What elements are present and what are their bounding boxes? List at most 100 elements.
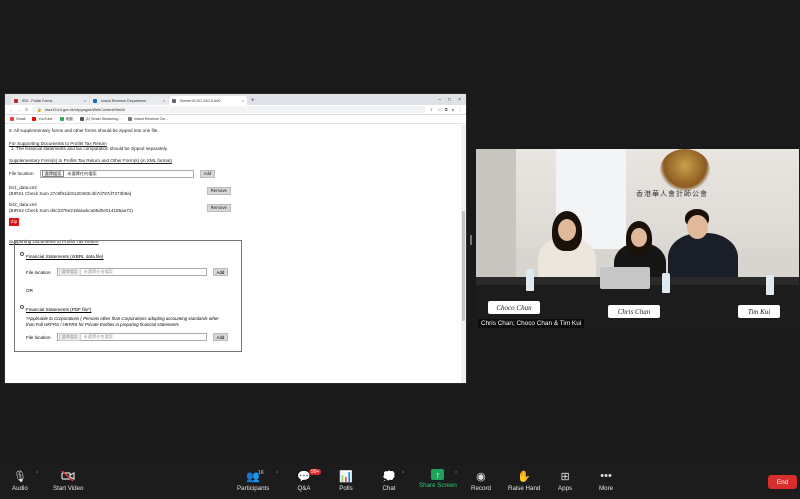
chat-button[interactable]: 💭 Chat: [382, 469, 396, 493]
record-button[interactable]: ◉ Record: [471, 469, 491, 493]
url-field[interactable]: 🔒 etax13.ird.gov.hk/ntp/pages/WebContent…: [32, 106, 426, 113]
ird-favicon-icon: [93, 98, 97, 103]
ird-icon: [128, 117, 133, 122]
bookmark-ird[interactable]: Inland Revenue De...: [128, 117, 168, 122]
choose-file-button[interactable]: 選擇檔案: [41, 170, 65, 178]
raise-hand-label: Raise Hand: [508, 485, 541, 492]
speaker-2-face: [631, 228, 647, 247]
speaker-1-face: [558, 219, 576, 241]
maximize-icon[interactable]: □: [448, 97, 451, 103]
nameplate-choco-chan: Choco Chan: [488, 301, 540, 314]
no-file-chosen-text: 未選擇任何檔案: [67, 171, 97, 177]
remove-button[interactable]: Remove: [206, 204, 231, 213]
zip-button[interactable]: Zip: [9, 217, 19, 226]
uploaded-file-row: bir2_data.xml (BIRS2 Check Sum d0c3376e2…: [9, 202, 231, 213]
bookmark-label: Gmail: [16, 116, 26, 121]
scroll-thumb[interactable]: [462, 211, 465, 321]
audio-options-caret[interactable]: ⌃: [35, 471, 39, 477]
new-tab-icon[interactable]: +: [251, 98, 255, 104]
video-participant-caption: Chris Chan; Choco Chan & Tim Kui: [478, 319, 585, 328]
browser-tab-3[interactable]: Screen ID:SC-S10-0-A00 ×: [169, 96, 247, 105]
close-tab-icon[interactable]: ×: [84, 98, 86, 103]
add-button[interactable]: Add: [199, 169, 216, 178]
menu-dots-icon[interactable]: ⋮: [458, 107, 462, 112]
raise-hand-button[interactable]: ✋ Raise Hand: [508, 469, 541, 493]
bookmark-smart-streaming[interactable]: (1) Smart Streaming...: [79, 117, 121, 122]
start-video-button[interactable]: Start Video: [53, 469, 84, 492]
extensions-icon[interactable]: ⧉: [445, 107, 448, 112]
polls-button[interactable]: 📊 Polls: [339, 469, 353, 493]
bookmark-maps[interactable]: 地圖: [59, 117, 73, 122]
qa-label: Q&A: [297, 485, 311, 492]
laptop: [600, 267, 650, 289]
bookmark-star-icon[interactable]: ☆: [437, 107, 441, 112]
youtube-icon: [32, 117, 37, 122]
bookmark-label: YouTube: [38, 116, 53, 121]
chat-label: Chat: [382, 485, 396, 492]
bookmark-gmail[interactable]: Gmail: [10, 116, 26, 122]
option-pdf-note: *Applicable to Corporations ( Persons ot…: [26, 316, 219, 327]
option-pdf[interactable]: Financial Statements (PDF file*): [20, 298, 236, 316]
chat-options-caret[interactable]: ⌃: [401, 471, 405, 477]
video-off-icon: [61, 469, 75, 483]
end-meeting-button[interactable]: End: [768, 475, 797, 489]
browser-tab-2[interactable]: Inland Revenue Department ×: [90, 96, 168, 105]
start-video-label: Start Video: [53, 485, 84, 492]
radio-icon[interactable]: [20, 304, 24, 309]
water-bottle: [662, 273, 670, 293]
bookmarks-bar: Gmail YouTube 地圖 (1) Smart Streaming... …: [5, 115, 466, 124]
microphone-icon: 🎙: [12, 470, 27, 483]
share-screen-button[interactable]: ↑ Share Screen: [419, 469, 457, 489]
water-bottle: [766, 275, 774, 295]
back-icon[interactable]: ←: [9, 107, 13, 112]
bookmark-youtube[interactable]: YouTube: [32, 116, 53, 122]
option-pdf-label: Financial Statements (PDF file*): [26, 307, 92, 312]
profile-icon[interactable]: ●: [452, 107, 454, 112]
add-button[interactable]: Add: [212, 333, 229, 342]
file-input-disabled: 選擇檔案 未選擇任何檔案: [56, 333, 207, 342]
forward-icon[interactable]: →: [17, 107, 21, 112]
close-tab-icon[interactable]: ×: [163, 98, 165, 103]
split-handle[interactable]: [470, 235, 472, 245]
audio-button[interactable]: 🎙 Audio: [12, 469, 28, 493]
nameplate-tim-kui: Tim Kui: [738, 305, 780, 318]
apps-icon: ⊞: [560, 470, 570, 483]
reload-icon[interactable]: ↻: [25, 107, 28, 112]
close-window-icon[interactable]: ×: [458, 97, 461, 103]
close-tab-icon[interactable]: ×: [242, 98, 244, 103]
minimize-icon[interactable]: –: [438, 97, 441, 103]
file-location-row: File location 選擇檔案 未選擇任何檔案 Add: [20, 333, 236, 342]
participants-button[interactable]: 👥 Participants: [237, 469, 269, 493]
ird-favicon-icon: [14, 98, 18, 103]
file-checksum: (BIRS2 Check Sum d0c3376e219aeabca05d0e0…: [9, 208, 133, 214]
add-button[interactable]: Add: [212, 268, 229, 276]
file-checksum: (BIRS1 Check Sum 27c8f91dc8130483c4b7d78…: [9, 190, 132, 196]
share-icon[interactable]: ⇪: [430, 107, 433, 112]
option-ixbrl[interactable]: Financial Statements (iXBRL data file): [20, 245, 236, 263]
page-favicon-icon: [172, 98, 176, 103]
qa-badge: 99+: [309, 469, 322, 475]
apps-button[interactable]: ⊞ Apps: [558, 469, 572, 493]
lock-icon: 🔒: [37, 108, 43, 112]
record-icon: ◉: [476, 470, 486, 483]
page-scrollbar[interactable]: [461, 125, 466, 383]
participants-options-caret[interactable]: ⌃: [275, 471, 279, 477]
remove-button[interactable]: Remove: [206, 186, 231, 195]
file-location-row: File location 選擇檔案 未選擇任何檔案 Add: [9, 169, 459, 178]
gmail-icon: [10, 117, 14, 122]
more-button[interactable]: ••• More: [599, 469, 613, 492]
water-bottle: [526, 269, 534, 291]
no-file-chosen-text: 未選擇任何檔案: [83, 334, 113, 340]
polls-icon: 📊: [339, 470, 353, 483]
share-options-caret[interactable]: ⌃: [454, 471, 458, 477]
choose-file-button: 選擇檔案: [58, 333, 81, 342]
browser-tab-bar: IRD - Public Forms × Inland Revenue Depa…: [5, 94, 466, 105]
file-input[interactable]: 選擇檔案 未選擇任何檔案: [39, 169, 194, 178]
meeting-toolbar: 🎙 Audio ⌃ Start Video 👥 Participants 1K …: [0, 465, 800, 499]
radio-icon[interactable]: [20, 251, 24, 256]
file-location-label: File location: [26, 269, 51, 275]
more-label: More: [599, 485, 614, 492]
chat-icon: 💭: [382, 470, 396, 483]
speaker-video-tile: 香港華人會計師公會 Choco Chan Chris Chan Tim Kui …: [476, 149, 799, 330]
browser-tab-1[interactable]: IRD - Public Forms ×: [11, 96, 89, 105]
